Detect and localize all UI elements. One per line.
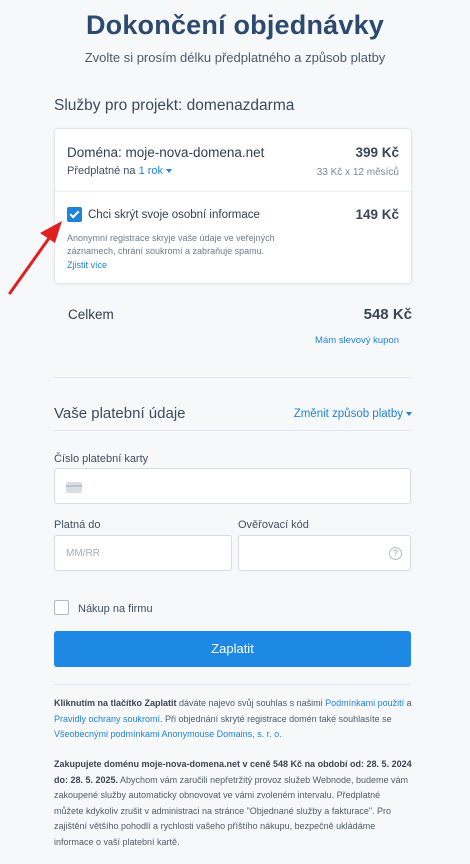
change-payment-method-link[interactable]: Změnit způsob platby <box>294 408 412 420</box>
cvc-input[interactable]: ? <box>238 535 411 571</box>
page-title: Dokončení objednávky <box>85 10 385 40</box>
credit-card-icon <box>66 482 82 493</box>
total-label: Celkem <box>68 307 114 322</box>
privacy-description: Anonymní registrace skryje vaše údaje ve… <box>67 233 275 256</box>
payment-section-title: Vaše platební údaje <box>54 405 186 422</box>
subscription-period-dropdown[interactable]: 1 rok <box>138 165 173 177</box>
valid-to-label: Platná do <box>54 519 101 531</box>
company-purchase-checkbox[interactable] <box>54 600 69 615</box>
change-payment-method-label: Změnit způsob platby <box>293 408 403 420</box>
chevron-down-icon <box>406 411 412 416</box>
coupon-link[interactable]: Mám slevový kupon <box>315 335 399 346</box>
question-circle-icon[interactable]: ? <box>389 547 402 560</box>
services-section-label: Služby pro projekt: domenazdarma <box>54 97 295 114</box>
privacy-checkbox[interactable] <box>67 207 82 222</box>
chevron-down-icon <box>166 169 173 174</box>
page-subtitle: Zvolte si prosím délku předplatného a zp… <box>84 50 386 65</box>
valid-to-placeholder: MM/RR <box>66 548 100 559</box>
card-number-label: Číslo platební karty <box>54 453 149 465</box>
valid-to-input[interactable]: MM/RR <box>54 535 232 571</box>
total-value: 548 Kč <box>363 306 412 323</box>
pay-button[interactable]: Zaplatit <box>54 631 411 667</box>
cvc-label: Ověřovací kód <box>238 519 309 531</box>
privacy-policy-link[interactable]: Pravidly ochrany soukromí <box>54 714 160 724</box>
price-breakdown: 33 Kč x 12 měsíců <box>316 167 399 178</box>
subscription-line: Předplatné na 1 rok <box>67 165 173 177</box>
renewal-info-text: Zakupujete doménu moje-nova-domena.net v… <box>54 757 412 850</box>
section-divider <box>54 684 411 685</box>
terms-consent-text-1: dáváte najevo svůj souhlas s našimi <box>176 698 326 708</box>
subscription-period-value: 1 rok <box>138 165 164 177</box>
terms-consent-text-3: . Při objednání skryté registrace domén … <box>160 713 392 724</box>
privacy-price: 149 Kč <box>355 207 399 222</box>
subscription-prefix: Předplatné na <box>67 165 136 177</box>
anonymouse-terms-link[interactable]: Všeobecnými podmínkami Anonymouse Domain… <box>54 729 282 739</box>
terms-consent-text: Kliknutím na tlačítko Zaplatit dáváte na… <box>54 696 412 743</box>
section-divider <box>54 377 411 378</box>
order-summary-card: Doména: moje-nova-domena.net 399 Kč Před… <box>54 128 412 284</box>
terms-consent-bold: Kliknutím na tlačítko Zaplatit <box>54 698 177 708</box>
card-divider <box>55 191 411 192</box>
domain-price: 399 Kč <box>355 145 399 160</box>
renewal-info-body: Abychom vám zaručili nepřetržitý provoz … <box>54 774 409 847</box>
domain-name-line: Doména: moje-nova-domena.net <box>67 145 265 160</box>
privacy-option-label[interactable]: Chci skrýt svoje osobní informace <box>88 209 260 221</box>
terms-of-use-link[interactable]: Podmínkami použití <box>325 698 404 708</box>
card-number-input[interactable] <box>54 468 411 504</box>
learn-more-link[interactable]: Zjistit více <box>67 260 107 270</box>
section-divider <box>54 430 411 431</box>
company-purchase-label[interactable]: Nákup na firmu <box>78 603 153 615</box>
terms-consent-text-2: a <box>404 698 412 708</box>
